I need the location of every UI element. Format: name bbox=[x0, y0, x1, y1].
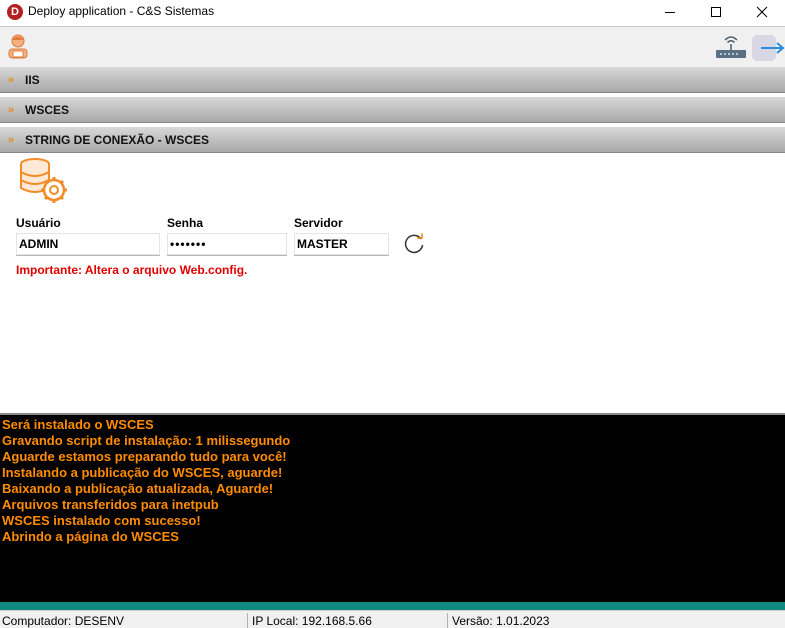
status-divider bbox=[247, 613, 248, 628]
usuario-label: Usuário bbox=[16, 216, 61, 230]
title-bar: D Deploy application - C&S Sistemas bbox=[0, 0, 785, 24]
progress-bar bbox=[0, 602, 785, 610]
console-line: Arquivos transferidos para inetpub bbox=[2, 497, 219, 512]
section-iis[interactable]: » IIS bbox=[0, 67, 785, 93]
maximize-icon bbox=[711, 7, 721, 17]
app-logo-icon: D bbox=[7, 4, 23, 20]
logout-arrow-icon[interactable] bbox=[752, 35, 785, 64]
chevron-right-icon: » bbox=[8, 133, 15, 146]
status-bar: Computador: DESENV IP Local: 192.168.5.6… bbox=[0, 610, 785, 628]
database-gear-icon bbox=[18, 158, 70, 209]
console-log: Será instalado o WSCES Gravando script d… bbox=[0, 415, 785, 602]
status-computer: Computador: DESENV bbox=[2, 614, 125, 628]
senha-field[interactable]: ••••••• bbox=[167, 233, 287, 256]
console-line: Será instalado o WSCES bbox=[2, 417, 154, 432]
maximize-button[interactable] bbox=[693, 0, 739, 24]
console-line: Instalando a publicação do WSCES, aguard… bbox=[2, 465, 283, 480]
status-version: Versão: 1.01.2023 bbox=[452, 614, 550, 628]
status-ip: IP Local: 192.168.5.66 bbox=[252, 614, 372, 628]
usuario-field[interactable]: ADMIN bbox=[16, 233, 160, 256]
chevron-right-icon: » bbox=[8, 103, 15, 116]
console-line: Aguarde estamos preparando tudo para voc… bbox=[2, 449, 287, 464]
servidor-field[interactable]: MASTER bbox=[294, 233, 389, 256]
close-icon bbox=[756, 6, 768, 18]
refresh-icon[interactable] bbox=[403, 233, 425, 258]
console-line: Abrindo a página do WSCES bbox=[2, 529, 179, 544]
close-button[interactable] bbox=[739, 0, 785, 24]
web-config-warning: Importante: Altera o arquivo Web.config. bbox=[16, 263, 248, 277]
minimize-icon bbox=[665, 12, 675, 13]
section-wsces-label: WSCES bbox=[25, 102, 70, 117]
console-line: WSCES instalado com sucesso! bbox=[2, 513, 201, 528]
window-title: Deploy application - C&S Sistemas bbox=[28, 4, 215, 18]
console-line: Baixando a publicação atualizada, Aguard… bbox=[2, 481, 274, 496]
section-wsces[interactable]: » WSCES bbox=[0, 97, 785, 123]
senha-label: Senha bbox=[167, 216, 204, 230]
servidor-label: Servidor bbox=[294, 216, 343, 230]
toolbar bbox=[0, 26, 785, 67]
network-router-icon[interactable] bbox=[715, 34, 747, 63]
section-iis-label: IIS bbox=[25, 72, 40, 87]
user-icon[interactable] bbox=[6, 33, 30, 64]
console-line: Gravando script de instalação: 1 milisse… bbox=[2, 433, 291, 448]
section-connection-string[interactable]: » STRING DE CONEXÃO - WSCES bbox=[0, 127, 785, 153]
chevron-right-icon: » bbox=[8, 73, 15, 86]
minimize-button[interactable] bbox=[647, 0, 693, 24]
section-connection-string-label: STRING DE CONEXÃO - WSCES bbox=[25, 132, 210, 147]
status-divider bbox=[447, 613, 448, 628]
